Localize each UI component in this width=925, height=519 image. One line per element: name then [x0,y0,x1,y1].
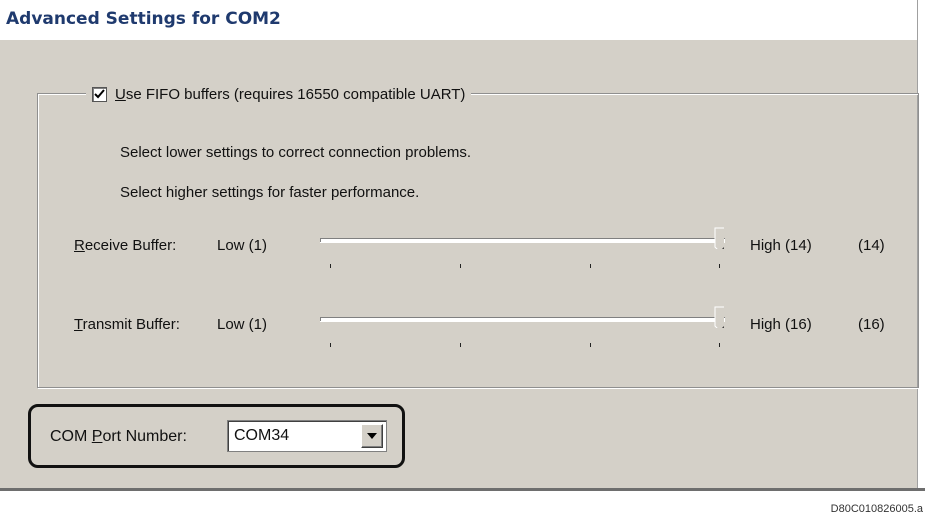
transmit-slider-thumb[interactable] [714,306,724,328]
transmit-value: (16) [858,316,885,333]
transmit-buffer-slider[interactable] [320,301,730,351]
dialog-title: Advanced Settings for COM2 [6,9,281,29]
receive-slider-track [320,238,725,242]
receive-value: (14) [858,237,885,254]
receive-tick [460,264,461,268]
receive-high-label: High (14) [750,237,812,254]
info-lower-settings: Select lower settings to correct connect… [120,144,471,161]
receive-low-label: Low (1) [217,237,268,254]
fifo-checkbox-row[interactable]: Use FIFO buffers (requires 16550 compati… [86,83,472,105]
window-bottom-edge [0,488,925,491]
transmit-low-label: Low (1) [217,316,268,333]
transmit-slider-track [320,317,725,321]
receive-tick [590,264,591,268]
transmit-high-label: High (16) [750,316,812,333]
figure-code: D80C010826005.a [830,503,923,515]
fifo-checkbox[interactable] [92,86,107,102]
receive-tick [719,264,720,268]
fifo-checkbox-label[interactable]: Use FIFO buffers (requires 16550 compati… [115,86,465,103]
window-right-edge [918,0,925,491]
receive-buffer-label: Receive Buffer: [74,237,177,254]
com-port-highlight [28,404,405,468]
title-bar: Advanced Settings for COM2 [0,0,925,40]
transmit-tick [460,343,461,347]
transmit-tick [719,343,720,347]
transmit-tick [590,343,591,347]
receive-buffer-slider[interactable] [320,222,730,272]
advanced-settings-dialog: Advanced Settings for COM2 Use FIFO buff… [0,0,925,491]
transmit-tick [330,343,331,347]
receive-tick [330,264,331,268]
receive-slider-thumb[interactable] [714,227,724,249]
transmit-buffer-label: Transmit Buffer: [74,316,180,333]
info-higher-settings: Select higher settings for faster perfor… [120,184,420,201]
checkmark-icon [94,88,105,98]
